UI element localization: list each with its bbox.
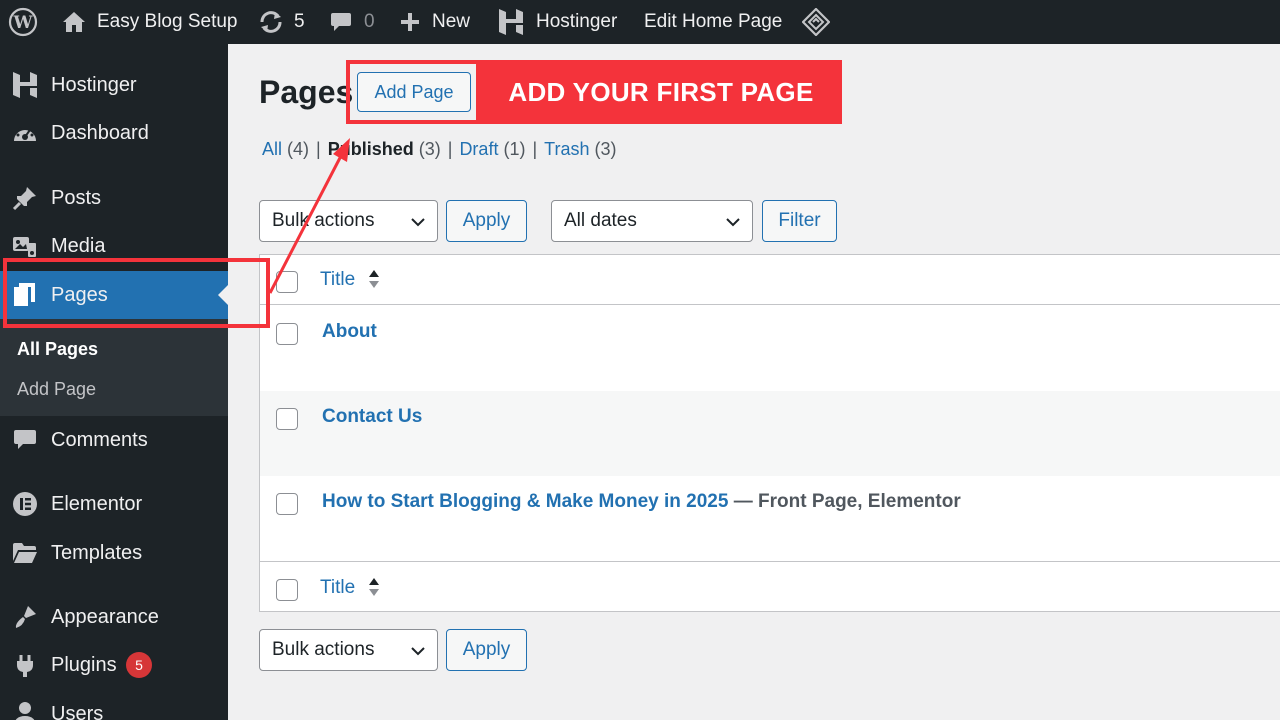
column-title-sort-link-footer[interactable]: Title <box>320 577 355 599</box>
row-title: How to Start Blogging & Make Money in 20… <box>322 491 961 513</box>
table-row: Contact Us <box>260 391 1280 476</box>
column-title-sort-link[interactable]: Title <box>320 269 355 291</box>
chevron-down-icon <box>409 213 427 237</box>
add-page-button[interactable]: Add Page <box>357 72 471 112</box>
updates-link[interactable]: 5 <box>258 0 305 44</box>
sidebar-item-label: Templates <box>51 541 143 564</box>
row-title-link[interactable]: Contact Us <box>322 406 422 428</box>
sidebar-item-label: Elementor <box>51 492 143 515</box>
hostinger-icon <box>498 8 524 36</box>
plugin-icon <box>12 652 38 678</box>
elementor-icon <box>12 491 38 517</box>
site-name: Easy Blog Setup <box>97 11 238 32</box>
sidebar-item-label: Plugins <box>51 653 117 676</box>
callout-banner: ADD YOUR FIRST PAGE <box>480 60 842 124</box>
bulk-actions-select-top[interactable]: Bulk actions <box>259 200 438 242</box>
apply-button-top[interactable]: Apply <box>446 200 527 242</box>
refresh-icon <box>258 11 284 33</box>
dates-select[interactable]: All dates <box>551 200 753 242</box>
sort-icon <box>368 268 380 295</box>
sidebar-item-elementor[interactable]: Elementor <box>0 480 228 528</box>
hostinger-label: Hostinger <box>536 11 618 32</box>
updates-count: 5 <box>294 11 305 32</box>
pages-menu-highlight-box <box>3 258 270 328</box>
sidebar-item-templates[interactable]: Templates <box>0 529 228 577</box>
pages-submenu: All Pages Add Page <box>0 319 228 416</box>
pages-table: Title About Contact Us How to Start Blog… <box>259 254 1280 612</box>
sidebar-item-label: Users <box>51 702 104 720</box>
site-name-link[interactable]: Easy Blog Setup <box>62 0 237 44</box>
sidebar-item-label: Appearance <box>51 605 159 628</box>
folder-icon <box>12 540 38 566</box>
edit-home-page-link[interactable]: Edit Home Page <box>644 0 782 44</box>
page-title: Pages <box>259 74 354 110</box>
select-all-checkbox-footer[interactable] <box>276 579 298 601</box>
submenu-all-pages[interactable]: All Pages <box>17 339 98 360</box>
pin-icon <box>12 185 38 211</box>
sidebar-item-appearance[interactable]: Appearance <box>0 593 228 641</box>
comment-icon <box>330 11 352 33</box>
post-state: — Front Page, Elementor <box>728 491 961 512</box>
filter-published-link[interactable]: Published (3) <box>328 139 441 159</box>
sidebar-item-comments[interactable]: Comments <box>0 416 228 464</box>
bulk-actions-select-bottom[interactable]: Bulk actions <box>259 629 438 671</box>
status-filter-links: All (4) | Published (3) | Draft (1) | Trash (3… <box>262 139 617 159</box>
sidebar-item-hostinger[interactable]: Hostinger <box>0 61 228 109</box>
comment-icon <box>12 427 38 453</box>
apply-button-bottom[interactable]: Apply <box>446 629 527 671</box>
sidebar-item-label: Hostinger <box>51 73 137 96</box>
wordpress-logo-icon[interactable]: W <box>8 0 38 44</box>
table-row: How to Start Blogging & Make Money in 20… <box>260 476 1280 561</box>
filter-button[interactable]: Filter <box>762 200 837 242</box>
comments-count: 0 <box>364 11 375 32</box>
sidebar-item-plugins[interactable]: Plugins 5 <box>0 641 228 689</box>
plugins-update-badge: 5 <box>126 652 152 678</box>
row-checkbox[interactable] <box>276 408 298 430</box>
select-all-checkbox[interactable] <box>276 271 298 293</box>
sort-icon <box>368 576 380 603</box>
dashboard-icon <box>12 120 38 146</box>
row-checkbox[interactable] <box>276 493 298 515</box>
table-footer-row: Title <box>260 561 1280 612</box>
filter-draft-link[interactable]: Draft (1) <box>459 139 525 159</box>
filter-all-link[interactable]: All (4) <box>262 139 309 159</box>
row-checkbox[interactable] <box>276 323 298 345</box>
sidebar-item-label: Posts <box>51 186 102 209</box>
table-header-row: Title <box>260 255 1280 305</box>
filter-trash-link[interactable]: Trash (3) <box>544 139 616 159</box>
brush-icon <box>12 604 38 630</box>
row-title-link[interactable]: About <box>322 321 377 343</box>
submenu-add-page[interactable]: Add Page <box>17 379 96 400</box>
media-icon <box>12 233 38 259</box>
sidebar-item-label: Dashboard <box>51 121 149 144</box>
table-row: About <box>260 306 1280 391</box>
row-title-link[interactable]: How to Start Blogging & Make Money in 20… <box>322 491 728 512</box>
chevron-down-icon <box>409 642 427 666</box>
sidebar-item-label: Comments <box>51 428 148 451</box>
admin-sidebar: Hostinger Dashboard Posts Media Pages Al… <box>0 44 228 720</box>
diamond-icon[interactable] <box>802 0 830 44</box>
hostinger-link[interactable]: Hostinger <box>498 0 617 44</box>
hostinger-icon <box>12 72 38 98</box>
chevron-down-icon <box>724 213 742 237</box>
home-icon <box>62 11 86 33</box>
admin-bar: W Easy Blog Setup 5 0 New Hostinger Edit… <box>0 0 1280 44</box>
new-content-link[interactable]: New <box>400 0 470 44</box>
sidebar-item-users[interactable]: Users <box>0 690 228 720</box>
sidebar-item-dashboard[interactable]: Dashboard <box>0 109 228 157</box>
sidebar-item-label: Media <box>51 234 106 257</box>
svg-text:W: W <box>12 13 33 33</box>
edit-label: Edit Home Page <box>644 11 783 32</box>
new-label: New <box>432 11 471 32</box>
sidebar-item-posts[interactable]: Posts <box>0 174 228 222</box>
comments-link[interactable]: 0 <box>330 0 375 44</box>
user-icon <box>12 701 38 720</box>
plus-icon <box>400 12 420 32</box>
